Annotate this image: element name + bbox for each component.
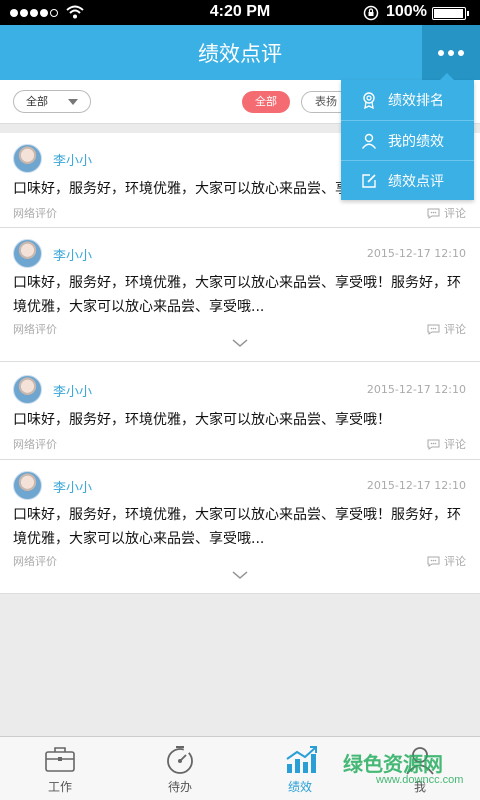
reviewer-name[interactable]: 李小小 [53,245,92,264]
review-content: 口味好，服务好，环境优雅，大家可以放心来品尝、享受哦！服务好，环境优雅，大家可以… [13,507,461,547]
filter-select[interactable]: 全部 [13,90,91,113]
battery-percent: 100% [386,3,427,20]
comment-button[interactable]: 评论 [427,205,466,221]
menu-item-label: 绩效点评 [388,174,444,190]
edit-icon [362,174,376,188]
review-card[interactable]: 李小小 2015-12-17 12:10 口味好，服务好，环境优雅，大家可以放心… [0,460,480,594]
review-date: 2015-12-17 12:10 [366,247,466,260]
avatar [13,471,42,500]
tab-label: 绩效 [287,780,312,794]
review-content: 口味好，服务好，环境优雅，大家可以放心来品尝、享受哦！ [13,412,391,428]
chip-all[interactable]: 全部 [242,91,290,113]
briefcase-icon [45,747,75,772]
stopwatch-icon [167,746,193,774]
review-card[interactable]: 李小小 2015-12-17 12:10 口味好，服务好，环境优雅，大家可以放心… [0,228,480,362]
review-content: 口味好，服务好，环境优雅，大家可以放心来品尝、享受哦！服务好，环境优雅，大家可以… [13,275,461,315]
tab-label: 待办 [167,780,192,794]
tab-performance[interactable]: 绩效 [240,737,360,800]
status-bar: 4:20 PM 100% [0,0,480,25]
award-icon [363,92,375,109]
bar-chart-icon [286,746,317,773]
caret-down-icon [68,99,78,105]
avatar [13,144,42,173]
tab-todo[interactable]: 待办 [120,737,240,800]
page-title: 绩效点评 [198,42,282,66]
avatar [13,375,42,404]
comment-button[interactable]: 评论 [427,436,466,452]
comment-label: 评论 [444,323,466,336]
watermark-url: www.downcc.com [376,774,464,786]
menu-item-review[interactable]: 绩效点评 [341,160,474,200]
user-icon [361,133,377,149]
reviewer-name[interactable]: 李小小 [53,150,92,169]
review-source: 网络评价 [13,438,57,451]
watermark-logo: 绿色资源网 [343,752,443,776]
title-bar: 绩效点评 [0,25,480,80]
tab-label: 工作 [47,780,72,794]
more-dots-icon [438,49,444,56]
more-dropdown-menu: 绩效排名 我的绩效 绩效点评 [341,73,474,200]
rotation-lock-icon [363,5,379,21]
menu-item-my-performance[interactable]: 我的绩效 [341,120,474,160]
chevron-down-icon[interactable] [232,339,248,348]
menu-item-label: 绩效排名 [388,93,444,109]
review-source: 网络评价 [13,555,57,568]
menu-item-label: 我的绩效 [388,134,444,150]
comment-button[interactable]: 评论 [427,553,466,569]
comment-label: 评论 [444,438,466,451]
review-date: 2015-12-17 12:10 [366,383,466,396]
comment-icon [427,324,440,335]
review-list: 李小小 口味好，服务好，环境优雅，大家可以放心来品尝、享受哦！ 网络评价 评论 … [0,133,480,594]
reviewer-name[interactable]: 李小小 [53,381,92,400]
chevron-down-icon[interactable] [232,571,248,580]
comment-icon [427,208,440,219]
reviewer-name[interactable]: 李小小 [53,477,92,496]
review-source: 网络评价 [13,207,57,220]
review-source: 网络评价 [13,323,57,336]
comment-button[interactable]: 评论 [427,321,466,337]
review-date: 2015-12-17 12:10 [366,479,466,492]
comment-icon [427,556,440,567]
comment-icon [427,439,440,450]
comment-label: 评论 [444,555,466,568]
menu-item-ranking[interactable]: 绩效排名 [341,80,474,120]
battery-icon [432,7,469,20]
comment-label: 评论 [444,207,466,220]
more-menu-button[interactable] [422,25,480,80]
filter-select-value: 全部 [26,95,48,108]
review-card[interactable]: 李小小 2015-12-17 12:10 口味好，服务好，环境优雅，大家可以放心… [0,362,480,460]
avatar [13,239,42,268]
tab-work[interactable]: 工作 [0,737,120,800]
